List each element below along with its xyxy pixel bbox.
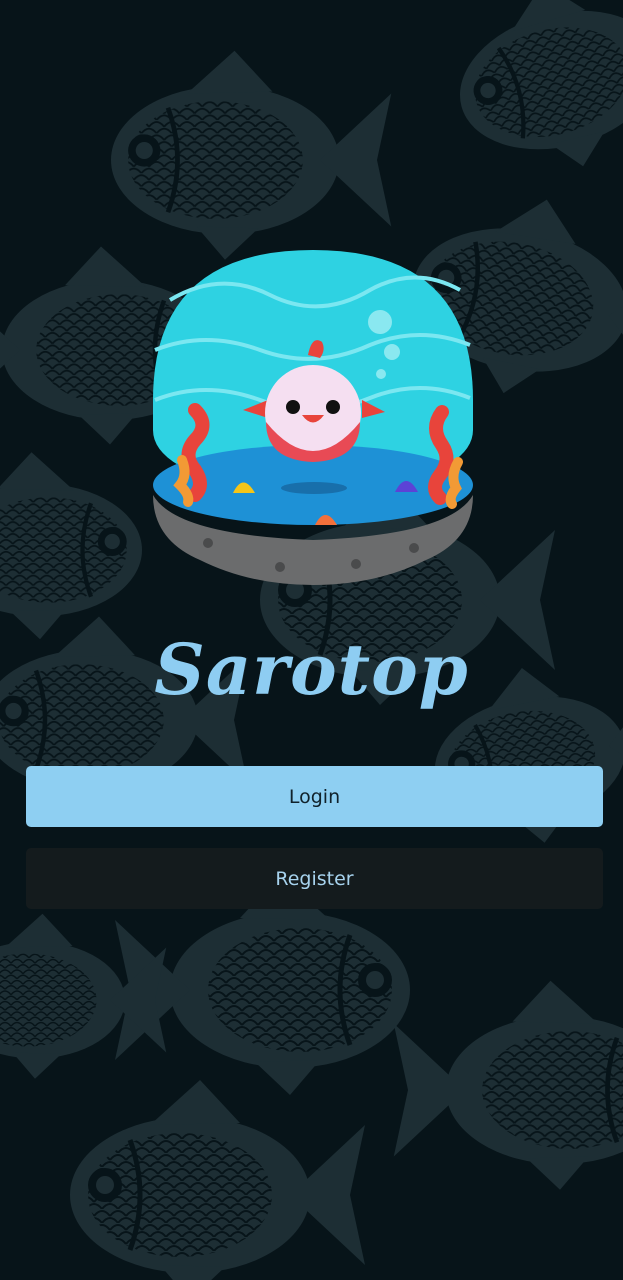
login-button[interactable]: Login [26,766,603,827]
aquarium-fish-icon [153,250,473,585]
register-button[interactable]: Register [26,848,603,909]
app-name: Sarotop [154,628,469,711]
splash-screen: Sarotop Login Register [0,0,623,1280]
